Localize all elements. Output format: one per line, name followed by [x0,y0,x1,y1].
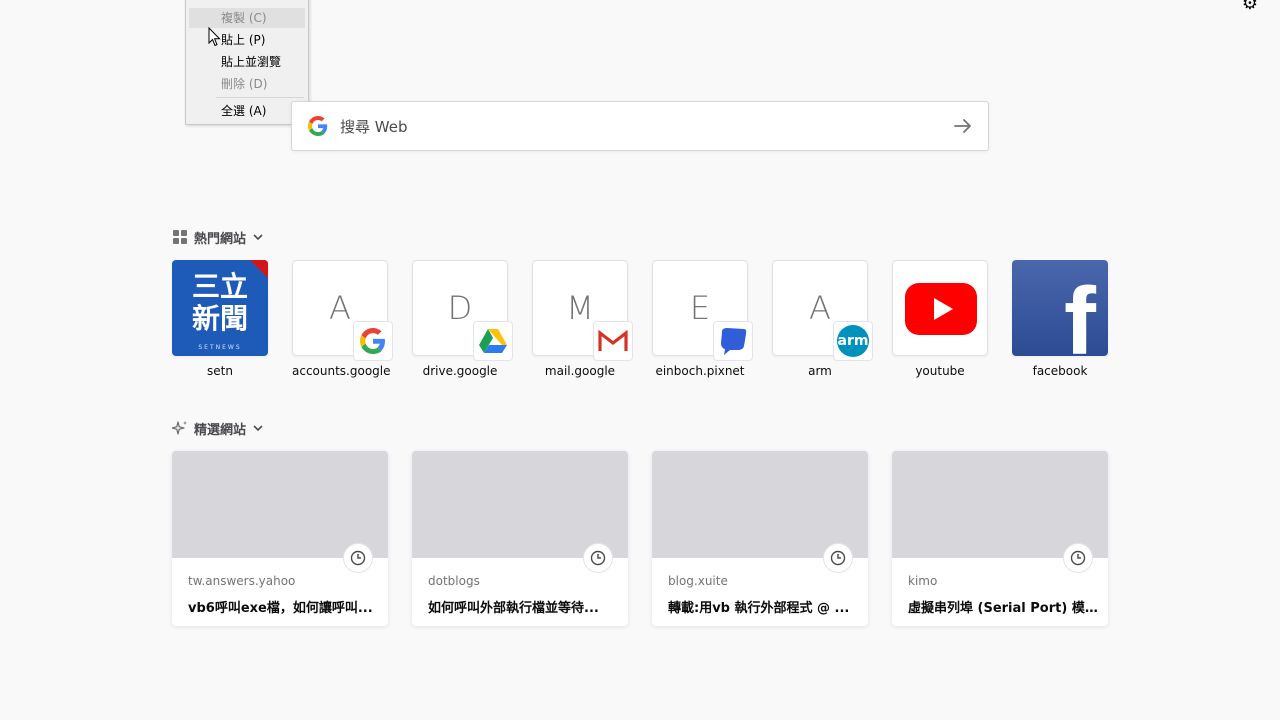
setn-logo-line1: 三立 [191,270,248,303]
grid-icon [173,230,187,244]
tile-label: accounts.google [292,364,391,378]
google-icon [353,321,393,361]
highlight-card[interactable]: blog.xuite 轉載:用vb 執行外部程式 @ ... [652,451,868,626]
highlight-card[interactable]: dotblogs 如何呼叫外部執行檔並等待... [412,451,628,626]
arm-logo-text: arm [837,325,869,357]
setn-logo-line2: 新聞 [191,302,248,335]
clock-icon [824,544,852,572]
tile-label: mail.google [544,364,616,378]
chevron-down-icon[interactable] [252,422,264,434]
card-host: kimo [908,574,938,588]
card-title: 轉載:用vb 執行外部程式 @ ... [668,601,850,616]
settings-gear-icon[interactable]: ⚙ [1240,0,1260,14]
card-host: blog.xuite [668,574,728,588]
tile-label: drive.google [422,364,498,378]
top-site-tile[interactable]: A arm arm [772,260,873,378]
highlights-header[interactable]: 精選網站 [172,419,264,438]
clock-icon [584,544,612,572]
arrow-right-icon[interactable] [952,115,974,137]
clock-icon [1064,544,1092,572]
highlights-title: 精選網站 [194,422,247,438]
card-title: vb6呼叫exe檔，如何讓呼叫... [188,601,373,616]
tile-label: arm [808,364,832,378]
top-site-tile[interactable]: D drive.google [412,260,513,378]
chevron-down-icon[interactable] [252,231,264,243]
youtube-logo [892,260,988,356]
highlight-card[interactable]: tw.answers.yahoo vb6呼叫exe檔，如何讓呼叫... [172,451,388,626]
top-site-tile[interactable]: 三立 新聞 SETNEWS setn [172,260,268,378]
setn-logo-sub: SETNEWS [198,344,242,351]
card-thumbnail [172,451,388,558]
google-icon [308,116,328,136]
tile-box: D [412,260,513,361]
top-sites-title: 熱門網站 [194,231,247,247]
tile-box: A arm [772,260,873,361]
tile-box: E [652,260,753,361]
menu-item-delete[interactable]: 刪除 (D) [189,74,305,94]
search-input[interactable] [338,102,942,152]
card-thumbnail [412,451,628,558]
menu-item-select-all[interactable]: 全選 (A) [189,101,305,121]
card-thumbnail [652,451,868,558]
facebook-logo: f [1012,260,1108,356]
top-site-tile[interactable]: f facebook [1012,260,1108,378]
card-host: dotblogs [428,574,480,588]
pixnet-icon [713,321,753,361]
tile-label: youtube [915,364,965,378]
top-site-tile[interactable]: youtube [892,260,988,378]
tile-label: setn [207,364,233,378]
setn-logo: 三立 新聞 SETNEWS [172,260,268,356]
mouse-cursor-icon [208,27,221,47]
highlight-card[interactable]: kimo 虛擬串列埠 (Serial Port) 模... [892,451,1108,626]
card-thumbnail [892,451,1108,558]
menu-separator [216,97,304,98]
youtube-icon [905,283,977,335]
top-sites-header[interactable]: 熱門網站 [172,228,264,247]
menu-item-paste[interactable]: 貼上 (P) [189,30,305,50]
drive-icon [473,321,513,361]
top-site-tile[interactable]: A accounts.google [292,260,393,378]
card-host: tw.answers.yahoo [188,574,296,588]
tile-label: einboch.pixnet [655,364,745,378]
clock-icon [344,544,372,572]
tile-box: M [532,260,633,361]
card-title: 虛擬串列埠 (Serial Port) 模... [908,601,1098,616]
search-bar[interactable] [291,101,989,152]
top-site-tile[interactable]: E einboch.pixnet [652,260,753,378]
tile-box: A [292,260,393,361]
gmail-icon [593,321,633,361]
menu-item-copy[interactable]: 複製 (C) [189,8,305,28]
sparkle-icon [172,421,187,435]
tile-label: facebook [1032,364,1088,378]
top-site-tile[interactable]: M mail.google [532,260,633,378]
card-title: 如何呼叫外部執行檔並等待... [428,601,599,616]
facebook-icon: f [1064,268,1096,357]
menu-item-paste-and-go[interactable]: 貼上並瀏覽 [189,52,305,72]
arm-icon: arm [833,321,873,361]
